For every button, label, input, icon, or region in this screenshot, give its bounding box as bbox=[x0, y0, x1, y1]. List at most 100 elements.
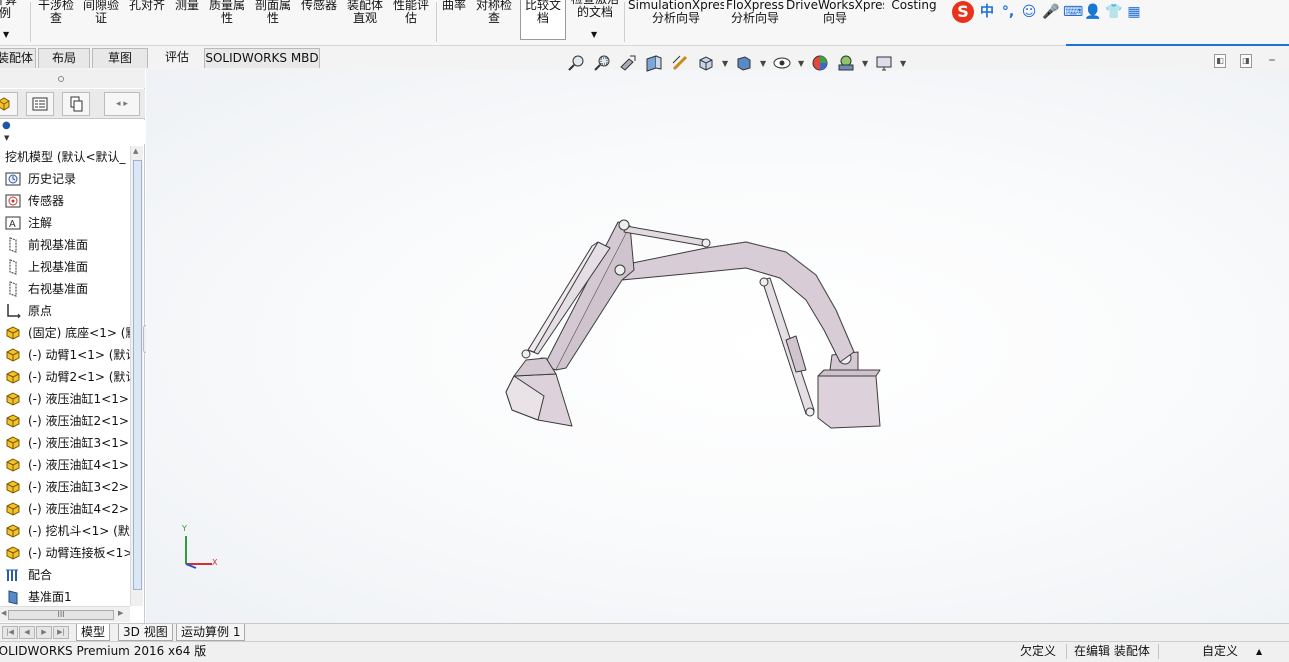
tree-item[interactable]: 右视基准面 bbox=[0, 278, 130, 300]
microphone-icon[interactable]: 🎤 bbox=[1042, 4, 1059, 20]
tree-item[interactable]: (-) 动臂连接板<1> bbox=[0, 542, 130, 564]
scroll-up-arrow-icon[interactable]: ▲ bbox=[133, 147, 138, 155]
tree-item[interactable]: (-) 挖机斗<1> (默 bbox=[0, 520, 130, 542]
ribbon-button-interference-check[interactable]: 干涉检 查 bbox=[34, 0, 78, 43]
filter-dropdown-icon[interactable]: ▼ bbox=[2, 132, 145, 144]
tree-item[interactable]: (固定) 底座<1> (默 bbox=[0, 322, 130, 344]
ribbon-button-hole-align[interactable]: 孔对齐 bbox=[124, 0, 170, 43]
display-style-dropdown-icon[interactable]: ▼ bbox=[760, 59, 766, 68]
tree-item[interactable]: (-) 液压油缸2<1> bbox=[0, 410, 130, 432]
skin-icon[interactable]: 👕 bbox=[1105, 4, 1122, 20]
tree-horizontal-scrollbar[interactable]: ◀ III ▶ bbox=[0, 606, 130, 622]
tree-item[interactable]: (-) 液压油缸4<1> bbox=[0, 454, 130, 476]
panel-resize-grip[interactable] bbox=[0, 70, 145, 88]
display-style-icon[interactable] bbox=[734, 53, 754, 73]
dropdown-arrow-icon[interactable]: ▼ bbox=[3, 30, 9, 39]
scroll-right-arrow-icon[interactable]: ▶ bbox=[118, 609, 123, 617]
tab-motion-study-1[interactable]: 运动算例 1 bbox=[176, 624, 246, 641]
ribbon-button-floxpress[interactable]: FloXpress 分析向导 bbox=[726, 0, 784, 43]
user-icon[interactable]: 👤 bbox=[1084, 4, 1101, 20]
ribbon-button-costing[interactable]: Costing bbox=[888, 0, 940, 43]
tree-item[interactable]: 上视基准面 bbox=[0, 256, 130, 278]
tree-item[interactable]: (-) 动臂2<1> (默认 bbox=[0, 366, 130, 388]
sogou-logo-icon[interactable]: S bbox=[952, 1, 974, 23]
dynamic-annotation-icon[interactable] bbox=[670, 53, 690, 73]
tree-item[interactable]: 前视基准面 bbox=[0, 234, 130, 256]
propertymanager-tab[interactable] bbox=[26, 92, 54, 116]
previous-view-icon[interactable] bbox=[618, 53, 638, 73]
restore-left-icon[interactable]: ◧ bbox=[1214, 54, 1226, 68]
ribbon-button-measure[interactable]: 测量 bbox=[170, 0, 204, 43]
tree-root-assembly[interactable]: 挖机模型 (默认<默认_ bbox=[0, 146, 130, 168]
part-icon bbox=[5, 435, 21, 451]
units-custom-button[interactable]: 自定义 bbox=[1202, 642, 1238, 661]
tree-item[interactable]: 配合 bbox=[0, 564, 130, 586]
apply-scene-icon[interactable] bbox=[836, 53, 856, 73]
dropdown-arrow-icon[interactable]: ▼ bbox=[591, 30, 597, 39]
tree-item-label: (-) 动臂连接板<1> bbox=[28, 546, 130, 560]
ribbon-button-curvature[interactable]: 曲率 bbox=[438, 0, 470, 43]
tree-item[interactable]: 历史记录 bbox=[0, 168, 130, 190]
tree-vertical-scrollbar[interactable]: ▲ bbox=[130, 146, 143, 606]
configurationmanager-tab[interactable] bbox=[62, 92, 90, 116]
tab-sketch[interactable]: 草图 bbox=[92, 48, 148, 68]
tree-item[interactable]: 传感器 bbox=[0, 190, 130, 212]
last-tab-arrow-icon[interactable]: ▶| bbox=[53, 626, 69, 639]
tree-item[interactable]: (-) 液压油缸1<1> bbox=[0, 388, 130, 410]
tab-assembly[interactable]: 装配体 bbox=[0, 48, 36, 68]
tree-item[interactable]: (-) 液压油缸4<2> bbox=[0, 498, 130, 520]
tab-solidworks-mbd[interactable]: SOLIDWORKS MBD bbox=[204, 48, 320, 68]
tab-scroll-arrows[interactable]: ◂ ▸ bbox=[104, 92, 140, 116]
ribbon-button-clearance-verify[interactable]: 间隙验 证 bbox=[80, 0, 122, 43]
ribbon-button-symmetry-check[interactable]: 对称检 查 bbox=[472, 0, 516, 43]
view-settings-icon[interactable] bbox=[874, 53, 894, 73]
view-orientation-dropdown-icon[interactable]: ▼ bbox=[722, 59, 728, 68]
keyboard-icon[interactable]: ⌨ bbox=[1063, 4, 1083, 20]
tree-item[interactable]: (-) 液压油缸3<1> bbox=[0, 432, 130, 454]
ribbon-button-simulationxpress[interactable]: SimulationXpress 分析向导 bbox=[628, 0, 724, 43]
tab-3d-view[interactable]: 3D 视图 bbox=[118, 624, 173, 641]
zoom-to-area-icon[interactable] bbox=[592, 53, 612, 73]
tree-item-label: 配合 bbox=[28, 568, 53, 582]
tree-item[interactable]: A 注解 bbox=[0, 212, 130, 234]
ime-mode-toggle[interactable]: 中 bbox=[979, 4, 995, 20]
ribbon-button-mass-props[interactable]: 质量属 性 bbox=[205, 0, 249, 43]
ribbon-button-section-props[interactable]: 剖面属 性 bbox=[251, 0, 295, 43]
scrollbar-thumb[interactable]: III bbox=[8, 610, 114, 620]
tree-item[interactable]: 基准面1 bbox=[0, 586, 130, 606]
tab-model[interactable]: 模型 bbox=[76, 624, 111, 641]
view-orientation-icon[interactable] bbox=[696, 53, 716, 73]
tree-item[interactable]: 原点 bbox=[0, 300, 130, 322]
zoom-to-fit-icon[interactable] bbox=[566, 53, 586, 73]
view-settings-dropdown-icon[interactable]: ▼ bbox=[900, 59, 906, 68]
scrollbar-thumb[interactable] bbox=[133, 160, 142, 590]
excavator-model[interactable] bbox=[146, 70, 1289, 623]
restore-right-icon[interactable]: ◨ bbox=[1240, 54, 1252, 68]
tree-item[interactable]: (-) 动臂1<1> (默认 bbox=[0, 344, 130, 366]
tree-item[interactable]: (-) 液压油缸3<2> bbox=[0, 476, 130, 498]
tab-layout[interactable]: 布局 bbox=[38, 48, 90, 68]
edit-appearance-icon[interactable] bbox=[810, 53, 830, 73]
ribbon-button-performance-eval[interactable]: 性能评 估 bbox=[389, 0, 433, 43]
minimize-icon[interactable]: – bbox=[1266, 53, 1278, 68]
toolbox-grid-icon[interactable]: ▦ bbox=[1126, 4, 1142, 20]
hide-show-items-icon[interactable] bbox=[772, 53, 792, 73]
punctuation-icon[interactable]: °, bbox=[1000, 4, 1016, 20]
hide-show-dropdown-icon[interactable]: ▼ bbox=[798, 59, 804, 68]
first-tab-arrow-icon[interactable]: |◀ bbox=[2, 626, 18, 639]
filter-arrow-icon[interactable]: ● bbox=[2, 120, 145, 132]
featuremanager-tab[interactable] bbox=[0, 92, 18, 116]
prev-tab-arrow-icon[interactable]: ◀ bbox=[19, 626, 35, 639]
next-tab-arrow-icon[interactable]: ▶ bbox=[36, 626, 52, 639]
scroll-left-arrow-icon[interactable]: ◀ bbox=[1, 609, 6, 617]
ribbon-button-assembly-visual[interactable]: 装配体 直观 bbox=[343, 0, 387, 43]
section-view-icon[interactable] bbox=[644, 53, 664, 73]
emoji-icon[interactable]: ☺ bbox=[1021, 4, 1037, 20]
ribbon-button-sensor[interactable]: 传感器 bbox=[297, 0, 341, 43]
ribbon-button-compare-docs[interactable]: 比较文 档 bbox=[520, 0, 566, 40]
units-dropdown-icon[interactable]: ▲ bbox=[1256, 642, 1262, 661]
graphics-area[interactable]: Y X bbox=[146, 70, 1289, 623]
apply-scene-dropdown-icon[interactable]: ▼ bbox=[862, 59, 868, 68]
ribbon-button-driveworksxpress[interactable]: DriveWorksXpress 向导 bbox=[786, 0, 884, 43]
tab-evaluate[interactable]: 评估 bbox=[152, 48, 202, 68]
